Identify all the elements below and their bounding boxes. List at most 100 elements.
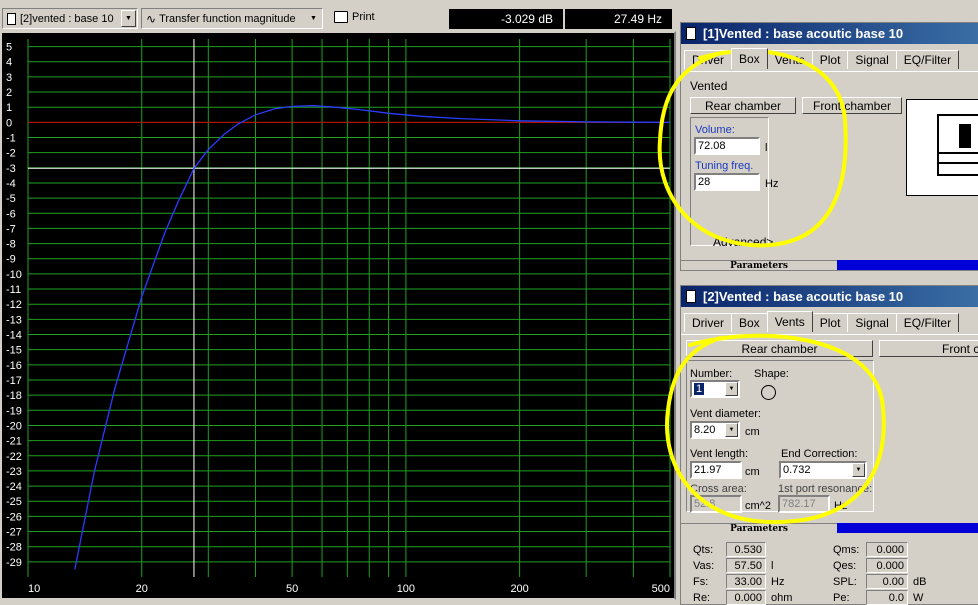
y-tick-label: -1 — [6, 133, 16, 145]
tab-vents[interactable]: Vents — [766, 50, 813, 69]
parameters-bar[interactable]: Parameters — [681, 522, 978, 534]
front-chamber-button[interactable]: Front chamber — [802, 97, 902, 114]
round-shape-icon[interactable] — [761, 385, 776, 400]
tab-strip: Driver Box Vents Plot Signal EQ/Filter — [684, 311, 960, 332]
printer-icon — [334, 11, 348, 23]
y-tick-label: -25 — [6, 496, 22, 508]
vent-line — [939, 152, 978, 154]
y-tick-label: 2 — [6, 87, 12, 99]
chevron-down-icon[interactable]: ▼ — [306, 10, 321, 27]
fs-unit: Hz — [771, 576, 785, 588]
y-tick-label: -22 — [6, 451, 22, 463]
y-tick-label: 5 — [6, 42, 12, 54]
tab-eq-filter[interactable]: EQ/Filter — [895, 313, 960, 332]
x-tick-label: 200 — [510, 583, 528, 595]
y-tick-label: -8 — [6, 239, 16, 251]
vas-value: 57.50 — [726, 558, 766, 573]
readout-hz: 27.49 Hz — [565, 9, 672, 29]
x-tick-label: 20 — [136, 583, 148, 595]
y-tick-label: -19 — [6, 405, 22, 417]
y-tick-label: -29 — [6, 557, 22, 569]
tuning-input[interactable]: 28 — [694, 173, 760, 191]
tab-box[interactable]: Box — [731, 48, 768, 69]
vents-tab-panel: Rear chamber Front ch Number: 1 ▼ Shape:… — [681, 334, 978, 517]
graph-type-select[interactable]: ∿ Transfer function magnitude ▼ — [141, 8, 323, 29]
y-tick-label: -13 — [6, 314, 22, 326]
tab-signal[interactable]: Signal — [847, 50, 897, 69]
front-chamber-button[interactable]: Front ch — [879, 340, 978, 357]
qes-value: 0.000 — [866, 558, 908, 573]
tuning-unit: Hz — [765, 178, 779, 190]
pe-unit: W — [913, 592, 924, 604]
readout-db: -3.029 dB — [449, 9, 563, 29]
y-tick-label: 4 — [6, 57, 12, 69]
y-tick-label: -15 — [6, 345, 22, 357]
rear-chamber-button[interactable]: Rear chamber — [686, 340, 873, 357]
parameters-bar[interactable]: Parameters — [681, 259, 978, 271]
window-icon — [686, 290, 696, 303]
chevron-down-icon[interactable]: ▼ — [725, 423, 738, 437]
window-title-bar[interactable]: [2]Vented : base acoutic base 10 — [681, 286, 978, 307]
chevron-down-icon[interactable]: ▼ — [852, 463, 865, 477]
tab-box[interactable]: Box — [731, 313, 768, 332]
y-tick-label: -14 — [6, 330, 22, 342]
y-tick-label: -28 — [6, 542, 22, 554]
vas-label: Vas: — [693, 560, 715, 572]
parameters-label: Parameters — [681, 522, 837, 534]
parameters-fill — [837, 523, 978, 533]
number-select[interactable]: 1 ▼ — [690, 380, 740, 398]
tab-driver[interactable]: Driver — [684, 313, 732, 332]
number-label: Number: — [690, 368, 733, 380]
transfer-function-chart[interactable]: 543210-1-2-3-4-5-6-7-8-9-10-11-12-13-14-… — [2, 33, 674, 598]
volume-input[interactable]: 72.08 — [694, 137, 760, 155]
tab-vents[interactable]: Vents — [766, 311, 813, 332]
y-tick-label: -16 — [6, 360, 22, 372]
re-value: 0.000 — [726, 590, 766, 605]
y-tick-label: 0 — [6, 117, 12, 129]
spl-label: SPL: — [833, 576, 857, 588]
tab-eq-filter[interactable]: EQ/Filter — [895, 50, 960, 69]
end-correction-value: 0.732 — [783, 464, 811, 476]
y-tick-label: -6 — [6, 208, 16, 220]
pe-value: 0.0 — [866, 590, 908, 605]
end-correction-select[interactable]: 0.732 ▼ — [779, 461, 867, 479]
box-type-label: Vented — [690, 79, 728, 93]
re-unit: ohm — [771, 592, 793, 604]
qts-value: 0.530 — [726, 542, 766, 557]
vas-unit: l — [771, 560, 774, 572]
cross-area-unit: cm^2 — [745, 500, 771, 512]
rear-chamber-button[interactable]: Rear chamber — [690, 97, 796, 114]
project-select[interactable]: [2]vented : base 10 ▼ — [2, 8, 138, 29]
window-title: [2]Vented : base acoutic base 10 — [703, 289, 904, 304]
y-tick-label: -12 — [6, 299, 22, 311]
tab-signal[interactable]: Signal — [847, 313, 897, 332]
number-value: 1 — [694, 383, 705, 395]
vent-diameter-select[interactable]: 8.20 ▼ — [690, 421, 740, 439]
y-tick-label: -18 — [6, 390, 22, 402]
vent-length-input[interactable]: 21.97 — [690, 461, 742, 479]
y-tick-label: -9 — [6, 254, 16, 266]
chevron-down-icon[interactable]: ▼ — [121, 10, 136, 27]
advanced-button[interactable]: Advanced> — [713, 235, 773, 249]
project-select-value: [2]vented : base 10 — [20, 12, 114, 25]
tab-plot[interactable]: Plot — [811, 50, 849, 69]
tuning-label: Tuning freq. — [695, 160, 754, 172]
y-tick-label: -10 — [6, 269, 22, 281]
y-tick-label: -23 — [6, 466, 22, 478]
box-window-1: [1]Vented : base acoutic base 10 Driver B… — [680, 22, 978, 271]
chevron-down-icon[interactable]: ▼ — [725, 382, 738, 396]
tab-driver[interactable]: Driver — [684, 50, 732, 69]
port-resonance-field: 782.17 — [778, 495, 830, 513]
y-tick-label: -17 — [6, 375, 22, 387]
spl-value: 0.00 — [866, 574, 908, 589]
vent-diameter-unit: cm — [745, 426, 760, 438]
tab-plot[interactable]: Plot — [811, 313, 849, 332]
window-title-bar[interactable]: [1]Vented : base acoutic base 10 — [681, 23, 978, 44]
transfer-function-icon: ∿ — [146, 11, 157, 26]
fs-label: Fs: — [693, 576, 709, 588]
shape-label: Shape: — [754, 368, 789, 380]
graph-panel[interactable]: 5 4 3 2 1 0 -1 -2 -3 -4 -5 -6 -7 -8 -9 -10 -11 -12 -13 -14-… — [0, 31, 676, 600]
y-tick-label: -20 — [6, 420, 22, 432]
cross-area-field: 52.8 — [690, 495, 742, 513]
print-button[interactable]: Print — [334, 11, 375, 23]
